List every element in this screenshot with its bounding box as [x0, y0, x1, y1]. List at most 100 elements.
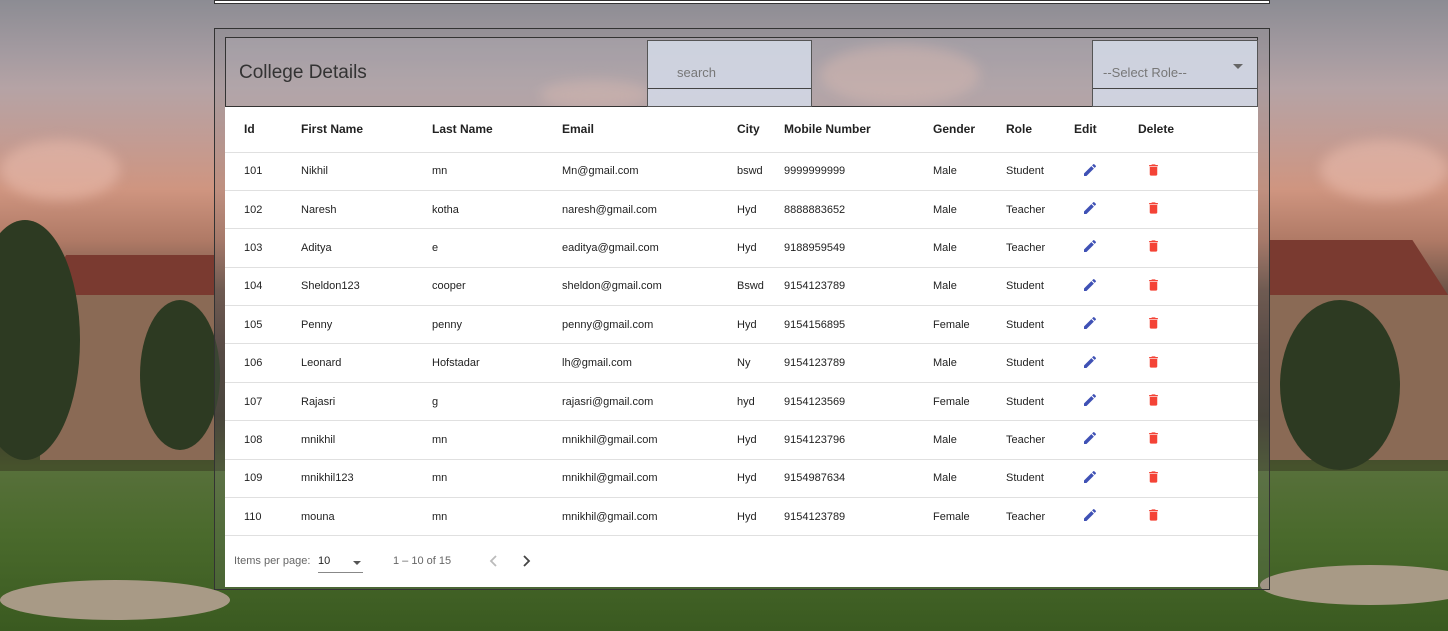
cell-email: mnikhil@gmail.com: [562, 459, 737, 499]
delete-trash-icon[interactable]: [1146, 200, 1161, 219]
edit-pencil-icon[interactable]: [1082, 469, 1098, 488]
cell-delete: [1138, 267, 1258, 307]
cell-email: penny@gmail.com: [562, 305, 737, 345]
cell-email: naresh@gmail.com: [562, 190, 737, 230]
cell-id: 109: [225, 459, 301, 499]
cell-id: 101: [225, 152, 301, 191]
edit-pencil-icon[interactable]: [1082, 277, 1098, 296]
cloud-shape: [1320, 140, 1448, 200]
cell-first-name: mnikhil: [301, 420, 432, 460]
table-row: 103 Aditya e eaditya@gmail.com Hyd 9188959549…: [225, 228, 1258, 268]
cell-edit: [1074, 190, 1138, 230]
cell-email: Mn@gmail.com: [562, 152, 737, 191]
delete-trash-icon[interactable]: [1146, 162, 1161, 181]
cell-id: 104: [225, 267, 301, 307]
toolbar: College Details search --Select Role--: [225, 37, 1258, 107]
cell-gender: Male: [933, 459, 1006, 499]
cell-delete: [1138, 382, 1258, 422]
column-header-last-name: Last Name: [432, 107, 562, 153]
cell-city: Hyd: [737, 420, 784, 460]
cell-gender: Male: [933, 228, 1006, 268]
cell-id: 106: [225, 343, 301, 383]
cell-edit: [1074, 420, 1138, 460]
cell-city: Ny: [737, 343, 784, 383]
cell-role: Student: [1006, 343, 1074, 383]
cell-delete: [1138, 420, 1258, 460]
edit-pencil-icon[interactable]: [1082, 238, 1098, 257]
cell-last-name: cooper: [432, 267, 562, 307]
cell-city: Hyd: [737, 497, 784, 537]
cell-role: Teacher: [1006, 228, 1074, 268]
cell-city: Hyd: [737, 305, 784, 345]
cell-mobile: 9154123789: [784, 343, 933, 383]
cell-last-name: Hofstadar: [432, 343, 562, 383]
edit-pencil-icon[interactable]: [1082, 507, 1098, 526]
delete-trash-icon[interactable]: [1146, 354, 1161, 373]
edit-pencil-icon[interactable]: [1082, 354, 1098, 373]
tree: [1280, 300, 1400, 470]
role-select-underline: [1093, 88, 1257, 89]
cell-first-name: mnikhil123: [301, 459, 432, 499]
chevron-right-icon[interactable]: [519, 554, 533, 571]
cell-edit: [1074, 152, 1138, 191]
table-row: 106 Leonard Hofstadar lh@gmail.com Ny 9154123…: [225, 343, 1258, 383]
cell-id: 108: [225, 420, 301, 460]
cell-mobile: 9154123569: [784, 382, 933, 422]
edit-pencil-icon[interactable]: [1082, 430, 1098, 449]
dropdown-caret-icon: [1233, 64, 1243, 69]
edit-pencil-icon[interactable]: [1082, 392, 1098, 411]
cell-gender: Female: [933, 305, 1006, 345]
cell-role: Student: [1006, 267, 1074, 307]
cell-role: Teacher: [1006, 190, 1074, 230]
cell-last-name: e: [432, 228, 562, 268]
column-header-gender: Gender: [933, 107, 1006, 153]
search-placeholder: search: [677, 65, 717, 80]
edit-pencil-icon[interactable]: [1082, 200, 1098, 219]
role-select-placeholder: --Select Role--: [1103, 65, 1187, 80]
cell-first-name: Leonard: [301, 343, 432, 383]
delete-trash-icon[interactable]: [1146, 430, 1161, 449]
role-select[interactable]: --Select Role--: [1092, 40, 1258, 107]
cell-first-name: mouna: [301, 497, 432, 537]
college-details-panel: College Details search --Select Role-- I…: [225, 37, 1258, 587]
page-size-select[interactable]: 10: [318, 555, 363, 573]
table-row: 101 Nikhil mn Mn@gmail.com bswd 9999999999 Mal…: [225, 152, 1258, 191]
delete-trash-icon[interactable]: [1146, 469, 1161, 488]
delete-trash-icon[interactable]: [1146, 315, 1161, 334]
cell-mobile: 9154987634: [784, 459, 933, 499]
cell-city: Bswd: [737, 267, 784, 307]
cell-last-name: kotha: [432, 190, 562, 230]
cell-gender: Male: [933, 190, 1006, 230]
search-input[interactable]: search: [647, 40, 812, 107]
cell-city: Hyd: [737, 228, 784, 268]
chevron-left-icon[interactable]: [487, 554, 501, 571]
cell-delete: [1138, 190, 1258, 230]
edit-pencil-icon[interactable]: [1082, 315, 1098, 334]
cell-email: mnikhil@gmail.com: [562, 497, 737, 537]
delete-trash-icon[interactable]: [1146, 392, 1161, 411]
cell-delete: [1138, 305, 1258, 345]
cell-mobile: 8888883652: [784, 190, 933, 230]
cell-edit: [1074, 382, 1138, 422]
edit-pencil-icon[interactable]: [1082, 162, 1098, 181]
table-body: 101 Nikhil mn Mn@gmail.com bswd 9999999999 Mal…: [225, 152, 1258, 537]
table-row: 105 Penny penny penny@gmail.com Hyd 915415689…: [225, 305, 1258, 345]
page-size-value: 10: [318, 555, 331, 567]
cell-mobile: 9154123789: [784, 267, 933, 307]
cell-last-name: mn: [432, 152, 562, 191]
delete-trash-icon[interactable]: [1146, 238, 1161, 257]
cell-id: 110: [225, 497, 301, 537]
cell-city: hyd: [737, 382, 784, 422]
cell-delete: [1138, 343, 1258, 383]
paginator: Items per page: 10 1 – 10 of 15: [225, 536, 1258, 587]
cell-delete: [1138, 152, 1258, 191]
table-row: 108 mnikhil mn mnikhil@gmail.com Hyd 91541237…: [225, 420, 1258, 460]
top-container-edge: [214, 0, 1270, 4]
cell-role: Student: [1006, 459, 1074, 499]
cell-edit: [1074, 343, 1138, 383]
cell-city: Hyd: [737, 459, 784, 499]
search-underline: [648, 88, 811, 89]
delete-trash-icon[interactable]: [1146, 507, 1161, 526]
delete-trash-icon[interactable]: [1146, 277, 1161, 296]
cell-id: 107: [225, 382, 301, 422]
